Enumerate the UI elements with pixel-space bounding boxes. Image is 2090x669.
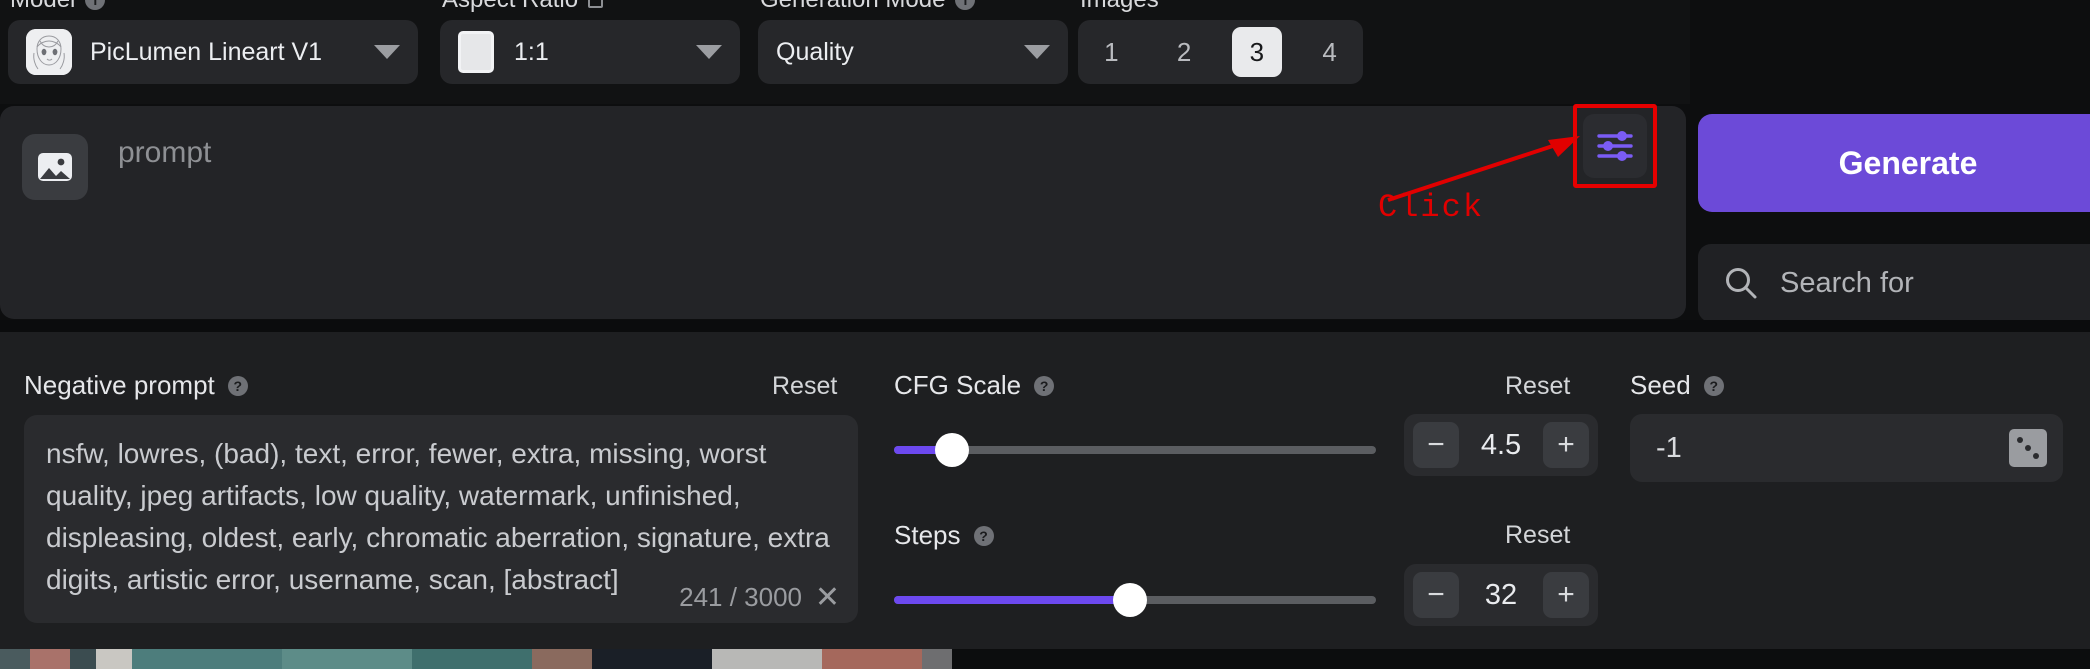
seed-value: -1 xyxy=(1656,431,1682,464)
search-field[interactable]: Search for xyxy=(1698,244,2090,322)
close-icon[interactable]: ✕ xyxy=(815,580,840,615)
images-option-4[interactable]: 4 xyxy=(1304,27,1355,77)
aspect-ratio-label-text: Aspect Ratio xyxy=(442,0,578,14)
help-icon[interactable]: ? xyxy=(1034,375,1055,396)
steps-value: 32 xyxy=(1484,578,1518,611)
steps-slider-fill xyxy=(894,596,1131,604)
image-generation-panel: Model i xyxy=(0,0,2090,669)
steps-decrement-button[interactable]: − xyxy=(1413,572,1459,618)
seed-input[interactable]: -1 xyxy=(1630,414,2063,482)
model-label: Model i xyxy=(10,0,106,14)
prompt-placeholder: prompt xyxy=(118,136,212,169)
aspect-ratio-label: Aspect Ratio xyxy=(442,0,604,14)
gallery-thumbnail-strip[interactable] xyxy=(0,649,2090,669)
cfg-scale-label: CFG Scale ? xyxy=(894,370,1055,401)
seed-label-text: Seed xyxy=(1630,370,1691,400)
chevron-down-icon[interactable] xyxy=(696,45,722,59)
images-option-2[interactable]: 2 xyxy=(1159,27,1210,77)
cfg-scale-label-text: CFG Scale xyxy=(894,370,1022,400)
steps-increment-button[interactable]: + xyxy=(1542,572,1589,618)
panel-divider xyxy=(0,320,2090,332)
generation-mode-label-text: Generation Mode xyxy=(760,0,945,14)
generation-mode-label: Generation Mode i xyxy=(760,0,976,14)
search-icon xyxy=(1726,268,1757,299)
chevron-down-icon[interactable] xyxy=(374,45,400,59)
steps-label-text: Steps xyxy=(894,520,961,550)
images-label-text: Images xyxy=(1080,0,1159,14)
square-icon xyxy=(458,31,494,73)
negative-prompt-textarea[interactable]: nsfw, lowres, (bad), text, error, fewer,… xyxy=(24,415,858,623)
image-upload-button[interactable] xyxy=(22,134,88,200)
steps-reset-button[interactable]: Reset xyxy=(1505,521,1570,550)
advanced-settings-button[interactable] xyxy=(1583,114,1647,178)
steps-slider-thumb[interactable] xyxy=(1113,583,1148,617)
images-option-1[interactable]: 1 xyxy=(1086,27,1137,77)
generation-mode-dropdown[interactable]: Quality xyxy=(758,20,1068,84)
seed-label: Seed ? xyxy=(1630,370,1724,401)
sliders-icon xyxy=(1597,131,1633,161)
chevron-down-icon[interactable] xyxy=(1024,45,1050,59)
cfg-scale-slider-thumb[interactable] xyxy=(934,433,969,467)
info-icon[interactable]: i xyxy=(85,0,106,10)
negative-prompt-label-text: Negative prompt xyxy=(24,370,215,400)
images-count-selector: 1 2 3 4 xyxy=(1078,20,1363,84)
annotation-click-label: Click xyxy=(1378,189,1485,226)
images-option-3[interactable]: 3 xyxy=(1231,27,1283,77)
dice-icon[interactable] xyxy=(2009,429,2047,467)
generation-mode-value: Quality xyxy=(776,37,854,66)
cfg-scale-reset-button[interactable]: Reset xyxy=(1505,372,1570,401)
cfg-scale-value: 4.5 xyxy=(1480,428,1522,461)
help-icon[interactable]: ? xyxy=(227,375,248,396)
steps-label: Steps ? xyxy=(894,520,994,551)
negative-prompt-label: Negative prompt ? xyxy=(24,370,248,401)
model-dropdown[interactable]: PicLumen Lineart V1 xyxy=(8,20,418,84)
aspect-ratio-value: 1:1 xyxy=(514,37,549,66)
search-placeholder: Search for xyxy=(1780,266,1914,299)
image-upload-icon xyxy=(38,153,72,181)
help-icon[interactable]: ? xyxy=(1703,375,1724,396)
model-value: PicLumen Lineart V1 xyxy=(90,37,323,66)
top-controls-bar: Model i xyxy=(0,0,1690,104)
negative-prompt-char-count: 241 / 3000 xyxy=(667,582,802,613)
model-avatar xyxy=(26,29,72,75)
help-icon[interactable]: ? xyxy=(973,525,994,546)
negative-prompt-value: nsfw, lowres, (bad), text, error, fewer,… xyxy=(46,438,838,595)
negative-prompt-reset-button[interactable]: Reset xyxy=(772,372,837,401)
model-label-text: Model xyxy=(10,0,75,14)
images-label: Images xyxy=(1080,0,1159,14)
cfg-scale-stepper: − 4.5 + xyxy=(1404,414,1598,476)
generate-button[interactable]: Generate xyxy=(1698,114,2090,212)
aspect-ratio-dropdown[interactable]: 1:1 xyxy=(440,20,740,84)
square-hint-icon xyxy=(588,0,604,8)
cfg-scale-increment-button[interactable]: + xyxy=(1542,422,1589,468)
info-icon[interactable]: i xyxy=(955,0,976,10)
steps-stepper: − 32 + xyxy=(1404,564,1598,626)
cfg-scale-decrement-button[interactable]: − xyxy=(1413,422,1459,468)
